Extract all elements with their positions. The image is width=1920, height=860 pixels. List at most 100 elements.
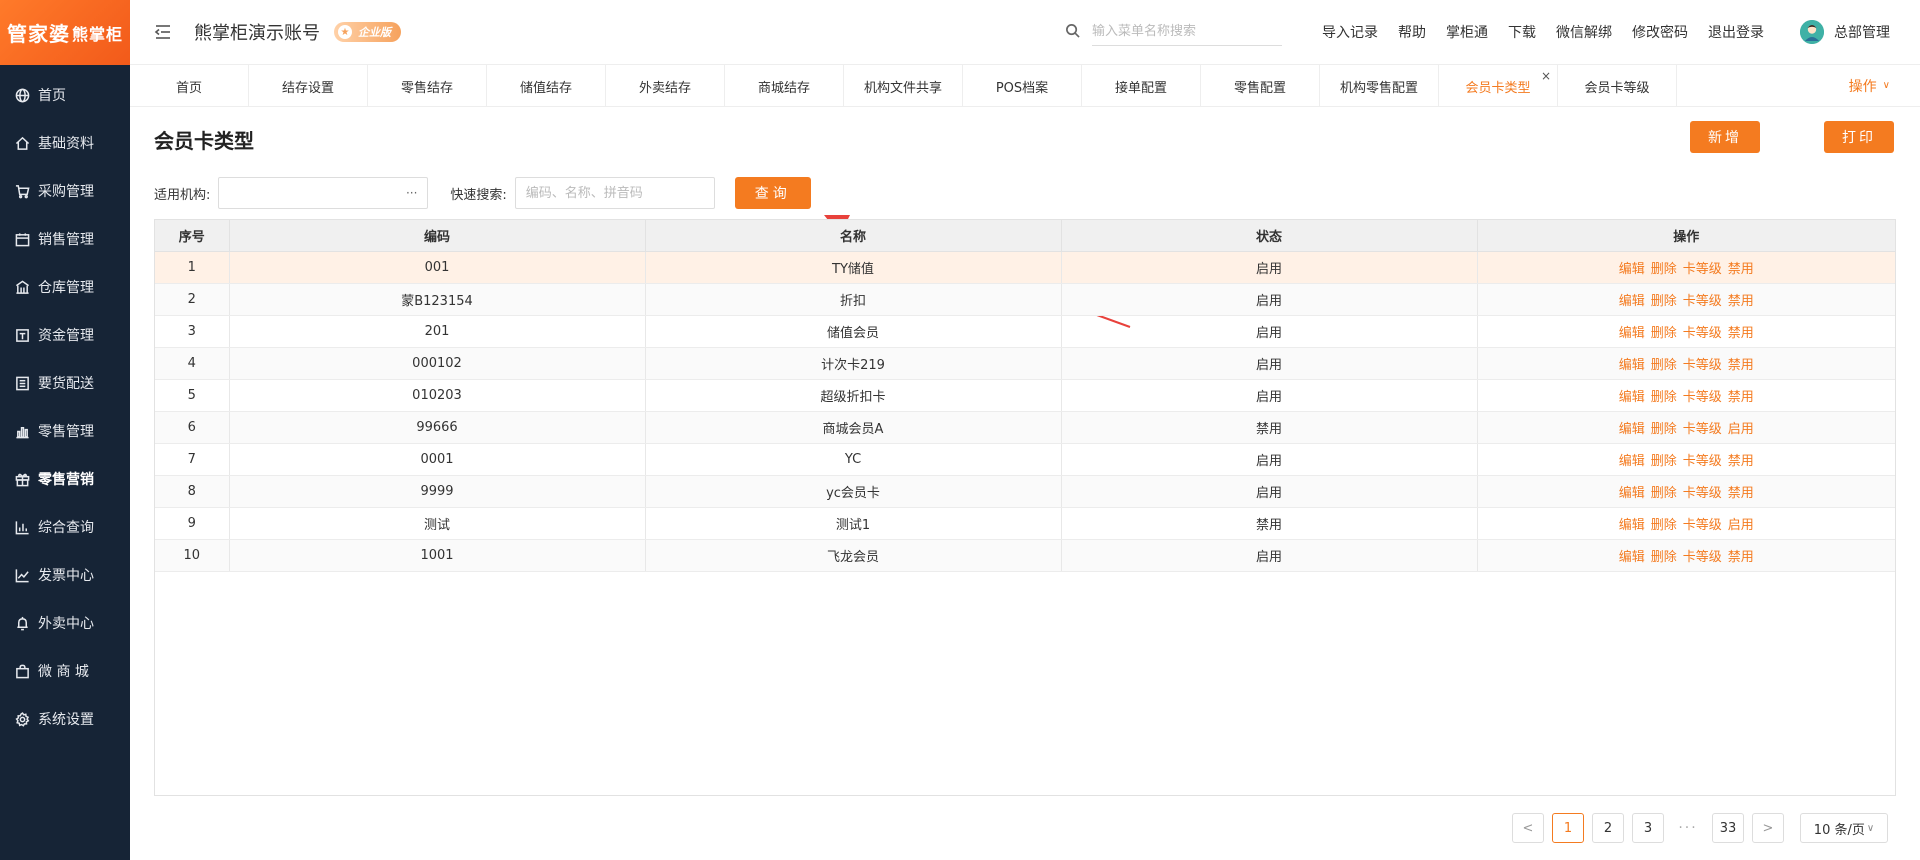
edit-link[interactable]: 编辑 (1619, 454, 1645, 469)
sidebar-item-1[interactable]: 首页 (0, 71, 130, 119)
sidebar-item-10[interactable]: 综合查询 (0, 503, 130, 551)
org-selector[interactable]: ··· (218, 177, 429, 209)
user-menu[interactable]: 总部管理 (1800, 20, 1890, 44)
header-link-1[interactable]: 导入记录 (1322, 22, 1378, 42)
page-button-1[interactable]: 1 (1552, 813, 1584, 843)
col-header-status[interactable]: 状态 (1061, 220, 1478, 252)
query-button[interactable]: 查询 (734, 177, 811, 209)
edit-link[interactable]: 编辑 (1619, 550, 1645, 565)
tab-13[interactable]: 会员卡等级 (1558, 65, 1677, 107)
header-link-6[interactable]: 修改密码 (1632, 22, 1688, 42)
col-header-code[interactable]: 编码 (229, 220, 646, 252)
sidebar-item-11[interactable]: 发票中心 (0, 551, 130, 599)
tab-12[interactable]: 会员卡类型 × (1439, 65, 1558, 107)
card-level-link[interactable]: 卡等级 (1683, 390, 1722, 405)
delete-link[interactable]: 删除 (1651, 518, 1677, 533)
toggle-status-link[interactable]: 禁用 (1728, 486, 1754, 501)
toggle-status-link[interactable]: 禁用 (1728, 262, 1754, 277)
search-icon[interactable] (1065, 23, 1080, 42)
page-ellipsis[interactable]: ··· (1672, 820, 1704, 836)
card-level-link[interactable]: 卡等级 (1683, 550, 1722, 565)
print-button[interactable]: 打印 (1824, 121, 1894, 153)
tab-9[interactable]: 接单配置 (1082, 65, 1201, 107)
sidebar-item-14[interactable]: 系统设置 (0, 695, 130, 743)
card-level-link[interactable]: 卡等级 (1683, 358, 1722, 373)
delete-link[interactable]: 删除 (1651, 358, 1677, 373)
tab-10[interactable]: 零售配置 (1201, 65, 1320, 107)
card-level-link[interactable]: 卡等级 (1683, 486, 1722, 501)
tab-7[interactable]: 机构文件共享 (844, 65, 963, 107)
tab-5[interactable]: 外卖结存 (606, 65, 725, 107)
tab-4[interactable]: 储值结存 (487, 65, 606, 107)
toggle-status-link[interactable]: 启用 (1728, 518, 1754, 533)
card-level-link[interactable]: 卡等级 (1683, 422, 1722, 437)
sidebar-item-8[interactable]: 零售管理 (0, 407, 130, 455)
toggle-status-link[interactable]: 禁用 (1728, 550, 1754, 565)
menu-search-input[interactable] (1092, 18, 1282, 46)
table-row[interactable]: 2 蒙B123154 折扣 启用 编辑 删除 卡等级 禁用 (155, 283, 1895, 316)
tab-6[interactable]: 商城结存 (725, 65, 844, 107)
page-button-3[interactable]: 3 (1632, 813, 1664, 843)
toggle-status-link[interactable]: 禁用 (1728, 390, 1754, 405)
page-size-select[interactable]: 10 条/页 ∨ (1800, 813, 1888, 843)
edit-link[interactable]: 编辑 (1619, 518, 1645, 533)
delete-link[interactable]: 删除 (1651, 326, 1677, 341)
card-level-link[interactable]: 卡等级 (1683, 454, 1722, 469)
header-link-4[interactable]: 下载 (1508, 22, 1536, 42)
toggle-status-link[interactable]: 禁用 (1728, 358, 1754, 373)
tab-2[interactable]: 结存设置 (249, 65, 368, 107)
sidebar-item-12[interactable]: 外卖中心 (0, 599, 130, 647)
delete-link[interactable]: 删除 (1651, 422, 1677, 437)
table-row[interactable]: 3 201 储值会员 启用 编辑 删除 卡等级 禁用 (155, 315, 1895, 348)
tab-3[interactable]: 零售结存 (368, 65, 487, 107)
delete-link[interactable]: 删除 (1651, 486, 1677, 501)
table-row[interactable]: 6 99666 商城会员A 禁用 编辑 删除 卡等级 启用 (155, 411, 1895, 444)
table-row[interactable]: 9 测试 测试1 禁用 编辑 删除 卡等级 启用 (155, 507, 1895, 540)
add-button[interactable]: 新增 (1690, 121, 1760, 153)
toggle-status-link[interactable]: 禁用 (1728, 326, 1754, 341)
card-level-link[interactable]: 卡等级 (1683, 326, 1722, 341)
edit-link[interactable]: 编辑 (1619, 486, 1645, 501)
toggle-status-link[interactable]: 启用 (1728, 422, 1754, 437)
quick-search-input[interactable] (514, 177, 715, 209)
edit-link[interactable]: 编辑 (1619, 390, 1645, 405)
col-header-name[interactable]: 名称 (645, 220, 1062, 252)
edit-link[interactable]: 编辑 (1619, 358, 1645, 373)
edit-link[interactable]: 编辑 (1619, 326, 1645, 341)
tab-8[interactable]: POS档案 (963, 65, 1082, 107)
toggle-status-link[interactable]: 禁用 (1728, 294, 1754, 309)
delete-link[interactable]: 删除 (1651, 390, 1677, 405)
delete-link[interactable]: 删除 (1651, 294, 1677, 309)
header-link-5[interactable]: 微信解绑 (1556, 22, 1612, 42)
sidebar-item-2[interactable]: 基础资料 (0, 119, 130, 167)
prev-page-button[interactable]: < (1512, 813, 1544, 843)
sidebar-item-13[interactable]: 微 商 城 (0, 647, 130, 695)
card-level-link[interactable]: 卡等级 (1683, 518, 1722, 533)
sidebar-item-7[interactable]: 要货配送 (0, 359, 130, 407)
card-level-link[interactable]: 卡等级 (1683, 262, 1722, 277)
tab-11[interactable]: 机构零售配置 (1320, 65, 1439, 107)
delete-link[interactable]: 删除 (1651, 550, 1677, 565)
table-row[interactable]: 1 001 TY储值 启用 编辑 删除 卡等级 禁用 (155, 251, 1895, 284)
header-link-7[interactable]: 退出登录 (1708, 22, 1764, 42)
avatar[interactable] (1800, 20, 1824, 44)
edit-link[interactable]: 编辑 (1619, 294, 1645, 309)
edit-link[interactable]: 编辑 (1619, 262, 1645, 277)
close-icon[interactable]: × (1541, 69, 1551, 83)
card-level-link[interactable]: 卡等级 (1683, 294, 1722, 309)
delete-link[interactable]: 删除 (1651, 262, 1677, 277)
col-header-no[interactable]: 序号 (155, 220, 230, 252)
header-link-3[interactable]: 掌柜通 (1446, 22, 1488, 42)
sidebar-item-4[interactable]: 销售管理 (0, 215, 130, 263)
menu-toggle-icon[interactable] (154, 23, 172, 41)
sidebar-item-5[interactable]: 仓库管理 (0, 263, 130, 311)
tab-1[interactable]: 首页 (130, 65, 249, 107)
sidebar-item-9[interactable]: 零售营销 (0, 455, 130, 503)
brand-logo[interactable]: 管家婆 熊掌柜 (0, 0, 130, 65)
header-link-2[interactable]: 帮助 (1398, 22, 1426, 42)
page-button-2[interactable]: 2 (1592, 813, 1624, 843)
table-row[interactable]: 4 000102 计次卡219 启用 编辑 删除 卡等级 禁用 (155, 347, 1895, 380)
table-row[interactable]: 8 9999 yc会员卡 启用 编辑 删除 卡等级 禁用 (155, 475, 1895, 508)
toggle-status-link[interactable]: 禁用 (1728, 454, 1754, 469)
sidebar-item-3[interactable]: 采购管理 (0, 167, 130, 215)
